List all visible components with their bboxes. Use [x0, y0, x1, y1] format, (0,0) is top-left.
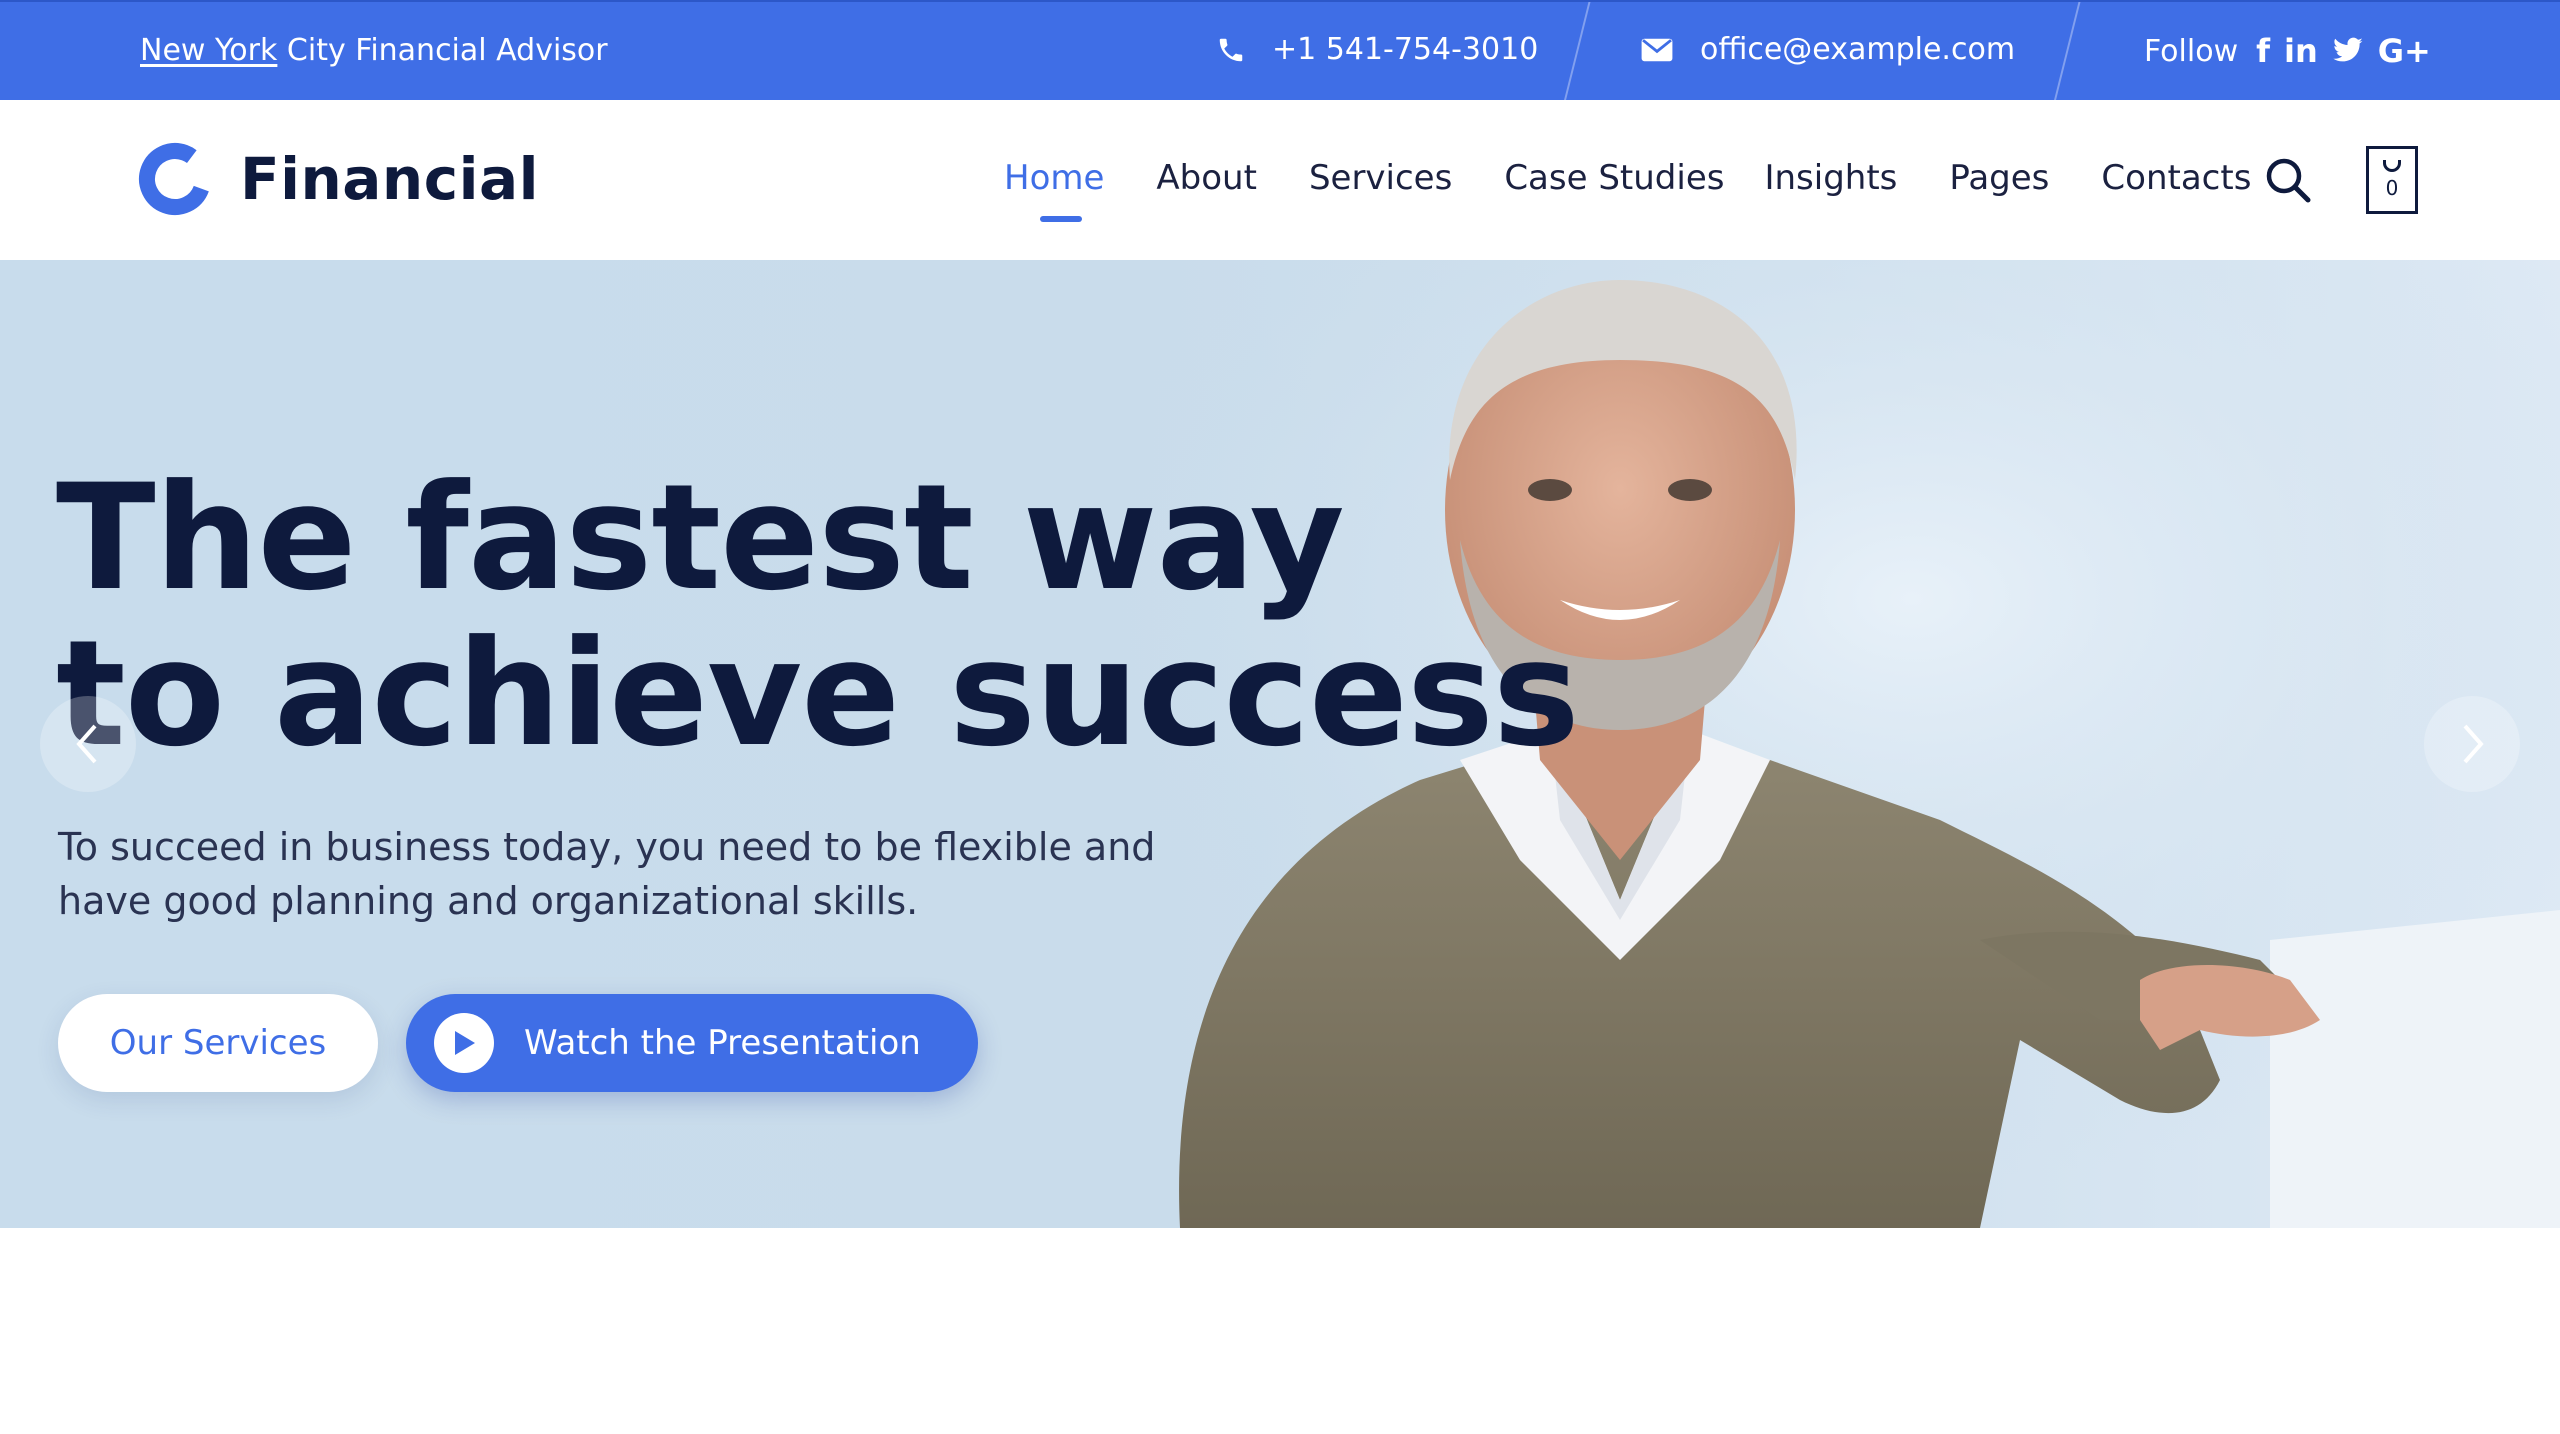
logo-icon [139, 143, 211, 215]
twitter-icon[interactable] [2332, 37, 2364, 65]
nav-home[interactable]: Home [1004, 158, 1104, 222]
linkedin-icon[interactable]: in [2284, 32, 2318, 70]
our-services-button[interactable]: Our Services [58, 994, 378, 1092]
nav-about[interactable]: About [1156, 158, 1257, 198]
topbar-divider [2053, 2, 2081, 102]
hero-subtitle: To succeed in business today, you need t… [58, 825, 1156, 923]
phone-contact[interactable]: +1 541-754-3010 [1216, 32, 1538, 67]
top-bar: New York City Financial Advisor +1 541-7… [0, 0, 2560, 102]
main-nav: Home About Services Case Studies Insight… [1004, 158, 2303, 222]
cart-button[interactable]: 0 [2366, 146, 2418, 214]
phone-icon [1219, 38, 1243, 61]
nav-case-studies[interactable]: Case Studies [1504, 158, 1724, 198]
hero-title: The fastest way to achieve success [56, 460, 1580, 772]
email-contact[interactable]: office@example.com [1640, 32, 2015, 67]
chevron-right-icon [2463, 724, 2484, 764]
watch-presentation-label: Watch the Presentation [524, 1023, 921, 1063]
cart-count: 0 [2385, 176, 2399, 200]
chevron-left-icon [76, 724, 97, 764]
envelope-icon [1641, 38, 1673, 61]
slider-next-button[interactable] [2424, 696, 2520, 792]
brand-name: Financial [240, 145, 540, 213]
hero-section: The fastest way to achieve success To su… [0, 260, 2560, 1228]
phone-number[interactable]: +1 541-754-3010 [1272, 32, 1538, 67]
logo[interactable]: Financial [138, 142, 539, 216]
follow-section: Follow f in G+ [2144, 32, 2431, 70]
topbar-divider [1563, 2, 1591, 102]
facebook-icon[interactable]: f [2256, 32, 2270, 70]
email-address[interactable]: office@example.com [1700, 32, 2015, 67]
play-icon [434, 1013, 494, 1073]
watch-presentation-button[interactable]: Watch the Presentation [406, 994, 978, 1092]
google-plus-icon[interactable]: G+ [2378, 32, 2431, 70]
slider-prev-button[interactable] [40, 696, 136, 792]
hero-title-line-2: to achieve success [56, 609, 1580, 779]
search-button[interactable] [2262, 154, 2316, 208]
nav-pages[interactable]: Pages [1949, 158, 2049, 198]
bag-icon [2383, 160, 2401, 172]
nav-insights[interactable]: Insights [1764, 158, 1897, 198]
follow-label: Follow [2144, 33, 2239, 69]
nav-services[interactable]: Services [1309, 158, 1452, 198]
tagline: New York City Financial Advisor [140, 33, 608, 68]
search-icon [2266, 158, 2311, 203]
location-link[interactable]: New York [140, 33, 277, 68]
hero-title-line-1: The fastest way [56, 453, 1345, 623]
nav-contacts[interactable]: Contacts [2101, 158, 2251, 198]
site-header: Financial Home About Services Case Studi… [0, 100, 2560, 260]
social-links: f in G+ [2256, 32, 2431, 70]
tagline-text: City Financial Advisor [277, 33, 608, 68]
